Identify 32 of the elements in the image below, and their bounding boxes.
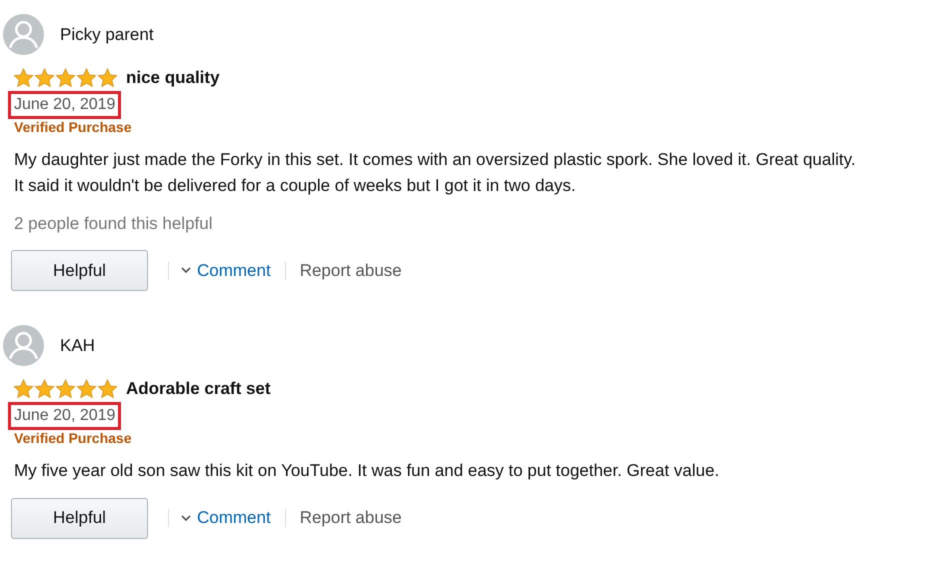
review-title: Adorable craft set xyxy=(126,378,271,400)
star-icon xyxy=(13,378,34,399)
helpful-count: 2 people found this helpful xyxy=(14,212,212,234)
chevron-down-icon xyxy=(181,267,191,274)
star-icon xyxy=(76,68,97,88)
comment-link[interactable]: Comment xyxy=(197,258,271,284)
star-icon xyxy=(13,68,34,88)
star-icon xyxy=(34,378,55,399)
review-text: My daughter just made the Forky in this set. It comes with an oversized plastic spork. She loved it. Great quality. xyxy=(14,148,857,170)
review-title: nice quality xyxy=(126,67,220,89)
review-date: June 20, 2019 xyxy=(8,402,122,430)
star-icon xyxy=(34,68,55,88)
star-icon xyxy=(97,68,118,88)
reviewer-name: Picky parent xyxy=(60,24,154,46)
star-icon xyxy=(55,68,76,88)
verified-purchase-label: Verified Purchase xyxy=(14,430,132,446)
avatar-icon xyxy=(3,14,44,55)
report-abuse-link[interactable]: Report abuse xyxy=(300,258,402,284)
review-text: My five year old son saw this kit on YouTube. It was fun and easy to put together. Great value. xyxy=(14,460,720,482)
star-icon xyxy=(76,378,97,399)
reviewer-name: KAH xyxy=(60,334,95,357)
helpful-button[interactable]: Helpful xyxy=(11,498,148,538)
review-date: June 20, 2019 xyxy=(8,90,122,118)
review-text: It said it wouldn't be delivered for a couple of weeks but I got it in two days. xyxy=(14,174,577,196)
star-icon xyxy=(55,378,76,399)
report-abuse-link[interactable]: Report abuse xyxy=(300,505,402,531)
verified-purchase-label: Verified Purchase xyxy=(14,118,132,134)
helpful-button[interactable]: Helpful xyxy=(11,250,148,291)
comment-link[interactable]: Comment xyxy=(197,505,271,531)
avatar-icon xyxy=(3,325,44,366)
chevron-down-icon xyxy=(181,514,191,522)
star-icon xyxy=(97,378,118,399)
